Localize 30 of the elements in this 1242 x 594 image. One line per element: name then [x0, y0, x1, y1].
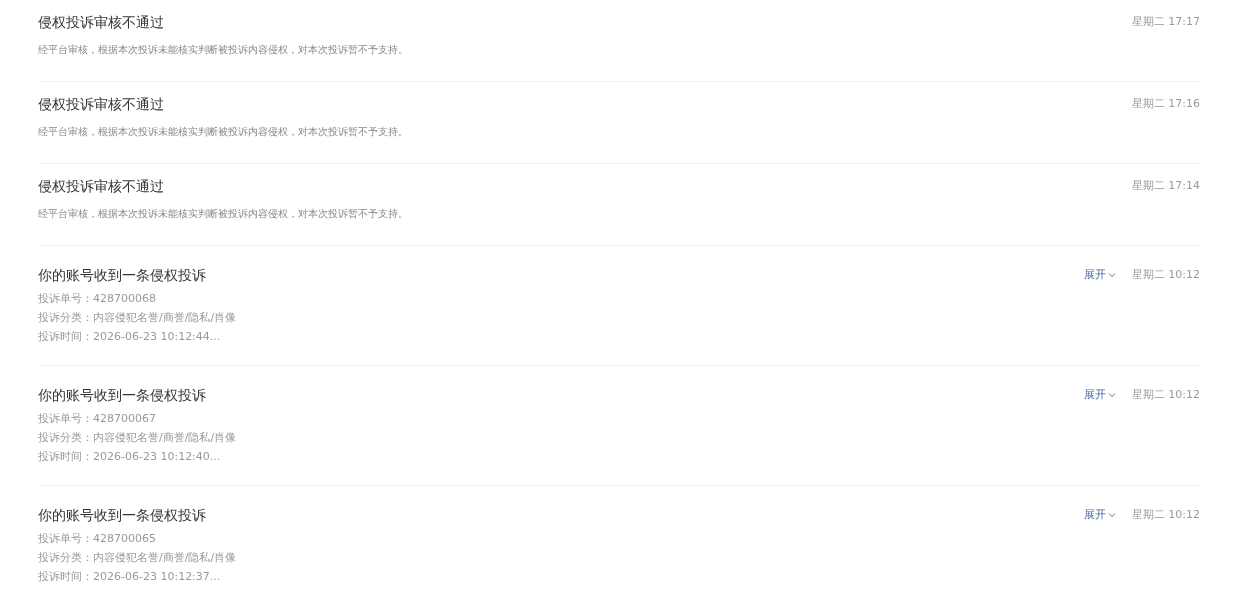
complaint-detail: 投诉单号：428700067 — [38, 411, 157, 427]
notification-time: 星期二 17:14 — [1131, 178, 1200, 194]
notification-description: 经平台审核，根据本次投诉未能核实判断被投诉内容侵权，对本次投诉暂不予支持。 — [38, 207, 408, 221]
notification-title: 侵权投诉审核不通过 — [38, 95, 165, 114]
notification-time: 星期二 10:12 — [1131, 387, 1200, 403]
complaint-detail: 投诉时间：2026-06-23 10:12:40... — [38, 449, 222, 465]
chevron-icon — [1107, 392, 1116, 398]
notification-description: 经平台审核，根据本次投诉未能核实判断被投诉内容侵权，对本次投诉暂不予支持。 — [38, 43, 408, 57]
chevron-icon — [1107, 272, 1116, 278]
notification-title: 你的账号收到一条侵权投诉 — [38, 266, 207, 285]
expand-toggle[interactable]: 展开 — [1083, 387, 1116, 403]
notification-title: 你的账号收到一条侵权投诉 — [38, 506, 207, 525]
notification-time: 星期二 17:16 — [1131, 96, 1200, 112]
notification-time: 星期二 17:17 — [1131, 14, 1200, 30]
complaint-detail: 投诉单号：428700068 — [38, 291, 157, 307]
notification-title: 侵权投诉审核不通过 — [38, 177, 165, 196]
notification-title: 你的账号收到一条侵权投诉 — [38, 386, 207, 405]
complaint-detail: 投诉分类：内容侵犯名誉/商誉/隐私/肖像 — [38, 550, 237, 566]
complaint-detail: 投诉时间：2026-06-23 10:12:44... — [38, 329, 222, 345]
complaint-detail: 投诉分类：内容侵犯名誉/商誉/隐私/肖像 — [38, 430, 237, 446]
notification-time: 星期二 10:12 — [1131, 507, 1200, 523]
expand-toggle[interactable]: 展开 — [1083, 507, 1116, 523]
expand-toggle[interactable]: 展开 — [1083, 267, 1116, 283]
complaint-detail: 投诉分类：内容侵犯名誉/商誉/隐私/肖像 — [38, 310, 237, 326]
notification-description: 经平台审核，根据本次投诉未能核实判断被投诉内容侵权，对本次投诉暂不予支持。 — [38, 125, 408, 139]
complaint-detail: 投诉时间：2026-06-23 10:12:37... — [38, 569, 222, 585]
complaint-detail: 投诉单号：428700065 — [38, 531, 157, 547]
notification-time: 星期二 10:12 — [1131, 267, 1200, 283]
notification-title: 侵权投诉审核不通过 — [38, 13, 165, 32]
chevron-icon — [1107, 512, 1116, 518]
